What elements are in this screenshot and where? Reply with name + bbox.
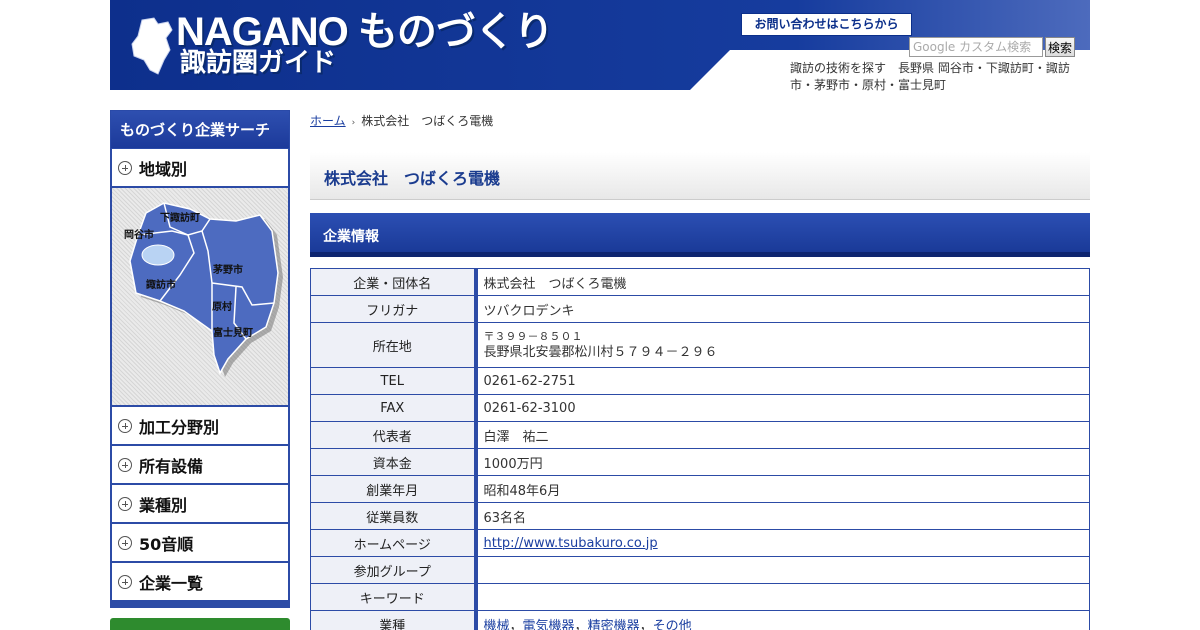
table-row: 従業員数 63名名: [310, 502, 1090, 530]
table-row: 企業・団体名 株式会社 つばくろ電機: [310, 268, 1090, 296]
map-label-shimosuwa[interactable]: 下諏訪町: [160, 209, 200, 224]
map-label-fujimi[interactable]: 富士見町: [213, 324, 253, 339]
breadcrumb-separator-icon: ›: [351, 118, 356, 128]
company-kana: ツバクロデンキ: [475, 295, 1090, 323]
plus-circle-icon: [118, 160, 132, 175]
header-tagline: 諏訪の技術を探す 長野県 岡谷市・下諏訪町・諏訪市・茅野市・原村・富士見町: [790, 61, 1070, 92]
row-label: FAX: [310, 394, 478, 422]
sidebar-item-label: 業種別: [139, 495, 188, 515]
company-group: [475, 556, 1090, 584]
company-industries: 機械，電気機器，精密機器，その他: [475, 610, 1090, 630]
search-button[interactable]: 検索: [1045, 37, 1075, 57]
company-info-table: 企業・団体名 株式会社 つばくろ電機 フリガナ ツバクロデンキ 所在地 〒３９９…: [310, 268, 1090, 630]
row-label: キーワード: [310, 583, 478, 611]
map-label-hara[interactable]: 原村: [212, 298, 232, 313]
contact-button[interactable]: お問い合わせはこちらから: [741, 13, 912, 36]
row-label: 従業員数: [310, 502, 478, 530]
sidebar-item-industry[interactable]: 業種別: [110, 485, 290, 524]
industry-link-other[interactable]: その他: [653, 619, 692, 630]
page-title: 株式会社 つばくろ電機: [324, 169, 501, 188]
table-row: 業種 機械，電気機器，精密機器，その他: [310, 610, 1090, 630]
table-row: キーワード: [310, 583, 1090, 611]
sidebar-item-company-list[interactable]: 企業一覧: [110, 563, 290, 602]
company-address-cell: 〒３９９－８５０１ 長野県北安曇郡松川村５７９４－２９６: [475, 322, 1090, 368]
row-label: 所在地: [310, 322, 478, 368]
sidebar-item-equipment[interactable]: 所有設備: [110, 446, 290, 485]
search-input[interactable]: [909, 37, 1043, 57]
row-label: 資本金: [310, 448, 478, 476]
map-label-suwa[interactable]: 諏訪市: [146, 276, 176, 291]
company-capital: 1000万円: [475, 448, 1090, 476]
table-row: TEL 0261-62-2751: [310, 367, 1090, 395]
company-zip: 〒３９９－８５０１: [483, 330, 583, 343]
plus-circle-icon: [118, 457, 132, 472]
region-map[interactable]: 岡谷市 下諏訪町 諏訪市 茅野市 原村 富士見町: [110, 188, 290, 407]
company-name: 株式会社 つばくろ電機: [475, 268, 1090, 296]
company-address: 長野県北安曇郡松川村５７９４－２９６: [483, 345, 718, 360]
row-label: フリガナ: [310, 295, 478, 323]
table-row: 資本金 1000万円: [310, 448, 1090, 476]
map-label-okaya[interactable]: 岡谷市: [124, 226, 154, 241]
breadcrumb: ホーム › 株式会社 つばくろ電機: [310, 112, 493, 129]
sidebar-item-label: 加工分野別: [139, 417, 220, 437]
table-row: FAX 0261-62-3100: [310, 394, 1090, 422]
company-fax: 0261-62-3100: [475, 394, 1090, 422]
sidebar: ものづくり企業サーチ 地域別 岡谷市 下諏訪町 諏訪市 茅野市 原村 富士見町 …: [110, 110, 290, 608]
sidebar-item-label: 50音順: [139, 534, 194, 554]
company-keywords: [475, 583, 1090, 611]
row-label: 代表者: [310, 421, 478, 449]
table-row: 創業年月 昭和48年6月: [310, 475, 1090, 503]
page-title-bar: 株式会社 つばくろ電機: [310, 152, 1090, 200]
sidebar-item-region[interactable]: 地域別: [110, 149, 290, 188]
table-row: フリガナ ツバクロデンキ: [310, 295, 1090, 323]
table-row: 代表者 白澤 祐二: [310, 421, 1090, 449]
plus-circle-icon: [118, 418, 132, 433]
breadcrumb-current: 株式会社 つばくろ電機: [361, 114, 494, 128]
sidebar-item-label: 地域別: [139, 159, 188, 179]
row-label: 業種: [310, 610, 478, 630]
row-label: TEL: [310, 367, 478, 395]
table-row: 参加グループ: [310, 556, 1090, 584]
plus-circle-icon: [118, 496, 132, 511]
company-homepage-link[interactable]: http://www.tsubakuro.co.jp: [484, 536, 658, 551]
industry-link-electrical[interactable]: 電気機器: [523, 619, 575, 630]
company-representative: 白澤 祐二: [475, 421, 1090, 449]
industry-link-machinery[interactable]: 機械: [484, 619, 510, 630]
row-label: 参加グループ: [310, 556, 478, 584]
sidebar-item-alphabetical[interactable]: 50音順: [110, 524, 290, 563]
industry-link-precision[interactable]: 精密機器: [588, 619, 640, 630]
section-title: 企業情報: [323, 229, 379, 245]
company-tel: 0261-62-2751: [475, 367, 1090, 395]
sidebar-item-label: 企業一覧: [139, 573, 204, 593]
company-employees: 63名名: [475, 502, 1090, 530]
company-homepage-cell: http://www.tsubakuro.co.jp: [475, 529, 1090, 557]
site-header: NAGANO ものづくり 諏訪圏ガイド お問い合わせはこちらから 検索 諏訪の技…: [110, 0, 1090, 92]
sidebar-bottom-border: [110, 602, 290, 608]
site-search: 検索: [909, 37, 1077, 57]
sidebar-item-process[interactable]: 加工分野別: [110, 407, 290, 446]
section-header: 企業情報: [310, 213, 1090, 257]
green-banner[interactable]: [110, 618, 290, 630]
row-label: 創業年月: [310, 475, 478, 503]
breadcrumb-home-link[interactable]: ホーム: [310, 114, 346, 128]
table-row: ホームページ http://www.tsubakuro.co.jp: [310, 529, 1090, 557]
map-label-chino[interactable]: 茅野市: [213, 261, 243, 276]
logo-japanese[interactable]: 諏訪圏ガイド: [180, 48, 336, 78]
plus-circle-icon: [118, 574, 132, 589]
table-row: 所在地 〒３９９－８５０１ 長野県北安曇郡松川村５７９４－２９６: [310, 322, 1090, 368]
row-label: 企業・団体名: [310, 268, 478, 296]
plus-circle-icon: [118, 535, 132, 550]
company-founded: 昭和48年6月: [475, 475, 1090, 503]
sidebar-item-label: 所有設備: [139, 456, 204, 476]
row-label: ホームページ: [310, 529, 478, 557]
sidebar-title: ものづくり企業サーチ: [110, 110, 290, 149]
